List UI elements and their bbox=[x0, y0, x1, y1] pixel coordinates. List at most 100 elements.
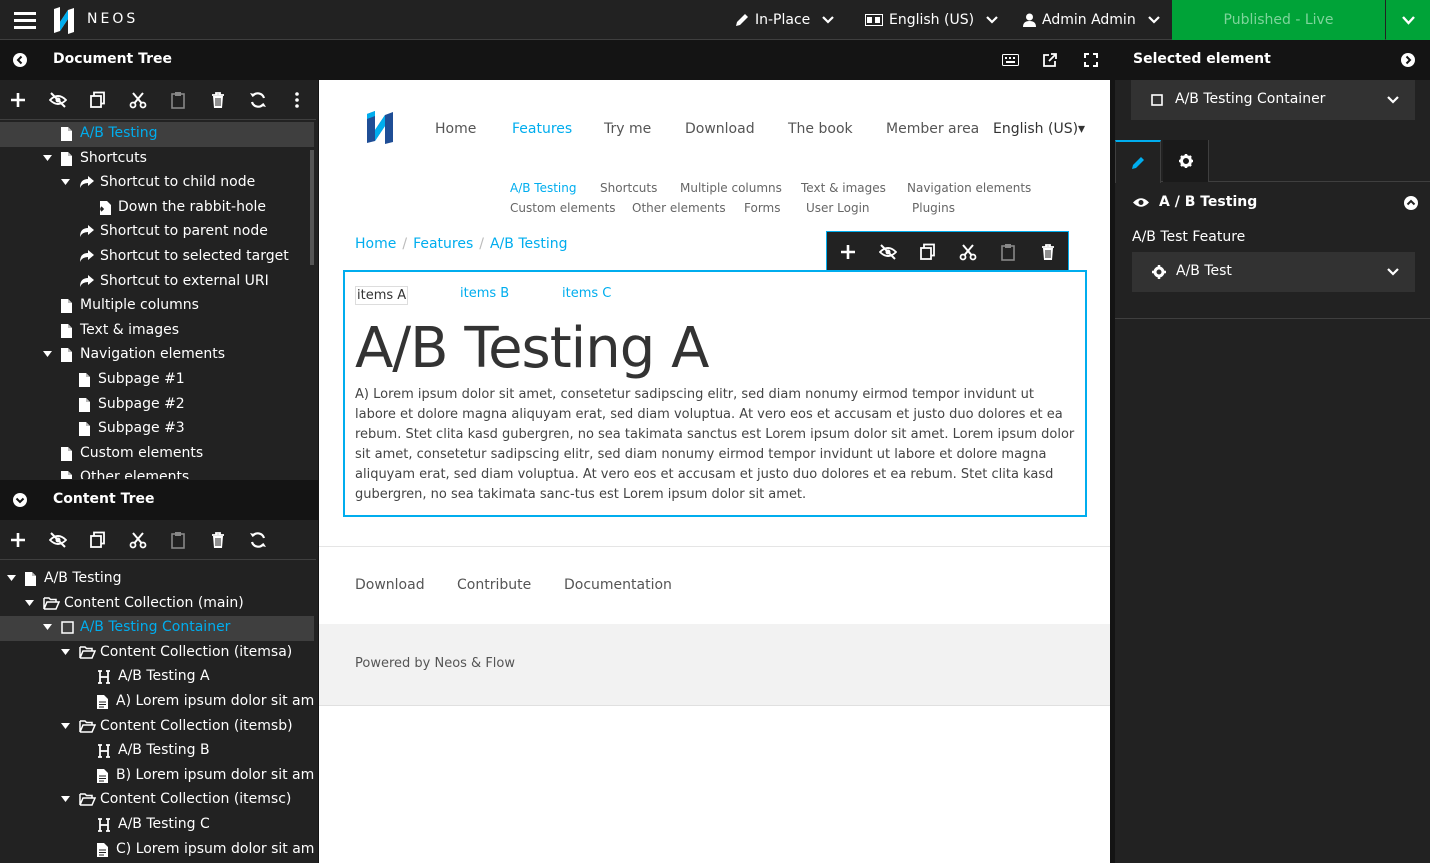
document-tree-node[interactable]: Shortcut to child node bbox=[0, 171, 314, 196]
subnav-link[interactable]: Text & images bbox=[801, 181, 886, 195]
document-tree-node[interactable]: Other elements bbox=[0, 466, 314, 479]
nav-link-try-me[interactable]: Try me bbox=[604, 121, 651, 137]
document-tree-header[interactable]: Document Tree bbox=[0, 40, 318, 80]
caret-down-icon[interactable] bbox=[61, 722, 70, 729]
caret-down-icon[interactable] bbox=[61, 648, 70, 655]
content-tree-node[interactable]: A/B Testing Container bbox=[0, 616, 314, 641]
subnav-link[interactable]: Other elements bbox=[632, 201, 726, 215]
breadcrumb-item[interactable]: A/B Testing bbox=[490, 236, 568, 252]
caret-down-icon[interactable] bbox=[61, 179, 70, 186]
content-tree-node[interactable]: Content Collection (itemsb) bbox=[0, 715, 314, 740]
content-tree-node[interactable]: A) Lorem ipsum dolor sit amet bbox=[0, 690, 314, 715]
inline-plus-icon[interactable] bbox=[839, 243, 857, 261]
tab-items-b[interactable]: items B bbox=[460, 286, 509, 301]
content-tree-node[interactable]: A/B Testing bbox=[0, 567, 314, 592]
caret-down-icon[interactable] bbox=[25, 599, 34, 606]
eye-slash-icon[interactable] bbox=[49, 91, 67, 109]
inspector-group-header[interactable]: A / B Testing bbox=[1115, 183, 1430, 223]
cut-icon[interactable] bbox=[129, 91, 147, 109]
tab-items-c[interactable]: items C bbox=[562, 286, 611, 301]
fullscreen-icon[interactable] bbox=[1084, 53, 1098, 67]
selected-element-dropdown[interactable]: A/B Testing Container bbox=[1131, 80, 1415, 120]
footer-link-contribute[interactable]: Contribute bbox=[457, 577, 531, 593]
ab-feature-select[interactable]: A/B Test bbox=[1132, 252, 1415, 292]
document-tree-node[interactable]: Subpage #3 bbox=[0, 417, 314, 442]
edit-mode-selector[interactable]: In-Place bbox=[735, 0, 835, 40]
nav-link-download[interactable]: Download bbox=[685, 121, 755, 137]
nav-link-features[interactable]: Features bbox=[512, 121, 572, 137]
inline-trash-icon[interactable] bbox=[1039, 243, 1057, 261]
subnav-link[interactable]: User Login bbox=[806, 201, 870, 215]
site-logo[interactable] bbox=[365, 110, 395, 144]
nav-link-member-area[interactable]: Member area bbox=[886, 121, 979, 137]
ab-heading[interactable]: A/B Testing A bbox=[355, 316, 709, 381]
document-tree-node[interactable]: A/B Testing bbox=[0, 122, 314, 147]
copy-icon[interactable] bbox=[89, 91, 107, 109]
breadcrumb-item[interactable]: Features bbox=[413, 236, 473, 252]
copy-icon[interactable] bbox=[89, 531, 107, 549]
subnav-link[interactable]: Forms bbox=[744, 201, 780, 215]
ellipsis-v-icon[interactable] bbox=[288, 91, 306, 109]
document-tree-node[interactable]: Subpage #1 bbox=[0, 368, 314, 393]
sync-icon[interactable] bbox=[249, 91, 267, 109]
inline-paste-icon[interactable] bbox=[999, 243, 1017, 261]
chevron-circle-right-icon[interactable] bbox=[1401, 53, 1415, 67]
sync-icon[interactable] bbox=[249, 531, 267, 549]
tab-items-a[interactable]: items A bbox=[355, 286, 409, 305]
document-tree-scrollbar[interactable] bbox=[310, 150, 314, 265]
caret-down-icon[interactable] bbox=[43, 624, 52, 631]
document-tree-node[interactable]: Shortcut to external URI bbox=[0, 270, 314, 295]
document-tree-node[interactable]: Shortcuts bbox=[0, 147, 314, 172]
subnav-link[interactable]: A/B Testing bbox=[510, 181, 577, 195]
subnav-link[interactable]: Navigation elements bbox=[907, 181, 1031, 195]
content-tree-node[interactable]: A/B Testing A bbox=[0, 665, 314, 690]
inline-eye-slash-icon[interactable] bbox=[879, 243, 897, 261]
tab-settings[interactable] bbox=[1163, 140, 1209, 182]
ab-testing-container[interactable]: items A items B items C A/B Testing A A)… bbox=[343, 270, 1087, 517]
caret-down-icon[interactable] bbox=[43, 154, 52, 161]
paste-icon[interactable] bbox=[169, 91, 187, 109]
breadcrumb-item[interactable]: Home bbox=[355, 236, 396, 252]
document-tree-node[interactable]: Custom elements bbox=[0, 442, 314, 467]
subnav-link[interactable]: Shortcuts bbox=[600, 181, 657, 195]
hamburger-menu-icon[interactable] bbox=[14, 10, 36, 30]
content-tree-node[interactable]: A/B Testing B bbox=[0, 739, 314, 764]
document-tree-node[interactable]: Subpage #2 bbox=[0, 393, 314, 418]
subnav-link[interactable]: Multiple columns bbox=[680, 181, 782, 195]
inline-copy-icon[interactable] bbox=[919, 243, 937, 261]
content-tree-node[interactable]: Content Collection (itemsc) bbox=[0, 788, 314, 813]
document-tree-node[interactable]: Down the rabbit-hole bbox=[0, 196, 314, 221]
plus-icon[interactable] bbox=[9, 91, 27, 109]
nav-link-the-book[interactable]: The book bbox=[788, 121, 853, 137]
content-tree-node[interactable]: A/B Testing C bbox=[0, 813, 314, 838]
document-tree-node[interactable]: Shortcut to selected target bbox=[0, 245, 314, 270]
content-tree-node[interactable]: Content Collection (main) bbox=[0, 592, 314, 617]
eye-slash-icon[interactable] bbox=[49, 531, 67, 549]
trash-icon[interactable] bbox=[209, 531, 227, 549]
subnav-link[interactable]: Plugins bbox=[912, 201, 955, 215]
content-tree-header[interactable]: Content Tree bbox=[0, 480, 318, 520]
external-link-icon[interactable] bbox=[1043, 53, 1057, 67]
caret-down-icon[interactable] bbox=[61, 796, 70, 803]
content-tree-node[interactable]: C) Lorem ipsum dolor sit amet bbox=[0, 838, 314, 863]
document-tree-node[interactable]: Multiple columns bbox=[0, 294, 314, 319]
plus-icon[interactable] bbox=[9, 531, 27, 549]
nav-link-home[interactable]: Home bbox=[435, 121, 476, 137]
footer-link-documentation[interactable]: Documentation bbox=[564, 577, 672, 593]
ab-paragraph[interactable]: A) Lorem ipsum dolor sit amet, consetetu… bbox=[355, 385, 1075, 505]
caret-down-icon[interactable] bbox=[43, 351, 52, 358]
keyboard-icon[interactable] bbox=[1002, 54, 1019, 66]
publish-dropdown-button[interactable] bbox=[1386, 0, 1430, 40]
publish-button[interactable]: Published - Live bbox=[1172, 0, 1385, 40]
language-selector[interactable]: English (US) bbox=[865, 0, 998, 40]
document-tree-node[interactable]: Text & images bbox=[0, 319, 314, 344]
content-tree-node[interactable]: Content Collection (itemsa) bbox=[0, 641, 314, 666]
document-tree-node[interactable]: Navigation elements bbox=[0, 343, 314, 368]
subnav-link[interactable]: Custom elements bbox=[510, 201, 616, 215]
user-menu[interactable]: Admin Admin bbox=[1023, 0, 1160, 40]
caret-down-icon[interactable] bbox=[7, 575, 16, 581]
paste-icon[interactable] bbox=[169, 531, 187, 549]
trash-icon[interactable] bbox=[209, 91, 227, 109]
cut-icon[interactable] bbox=[129, 531, 147, 549]
content-tree-node[interactable]: B) Lorem ipsum dolor sit amet bbox=[0, 764, 314, 789]
